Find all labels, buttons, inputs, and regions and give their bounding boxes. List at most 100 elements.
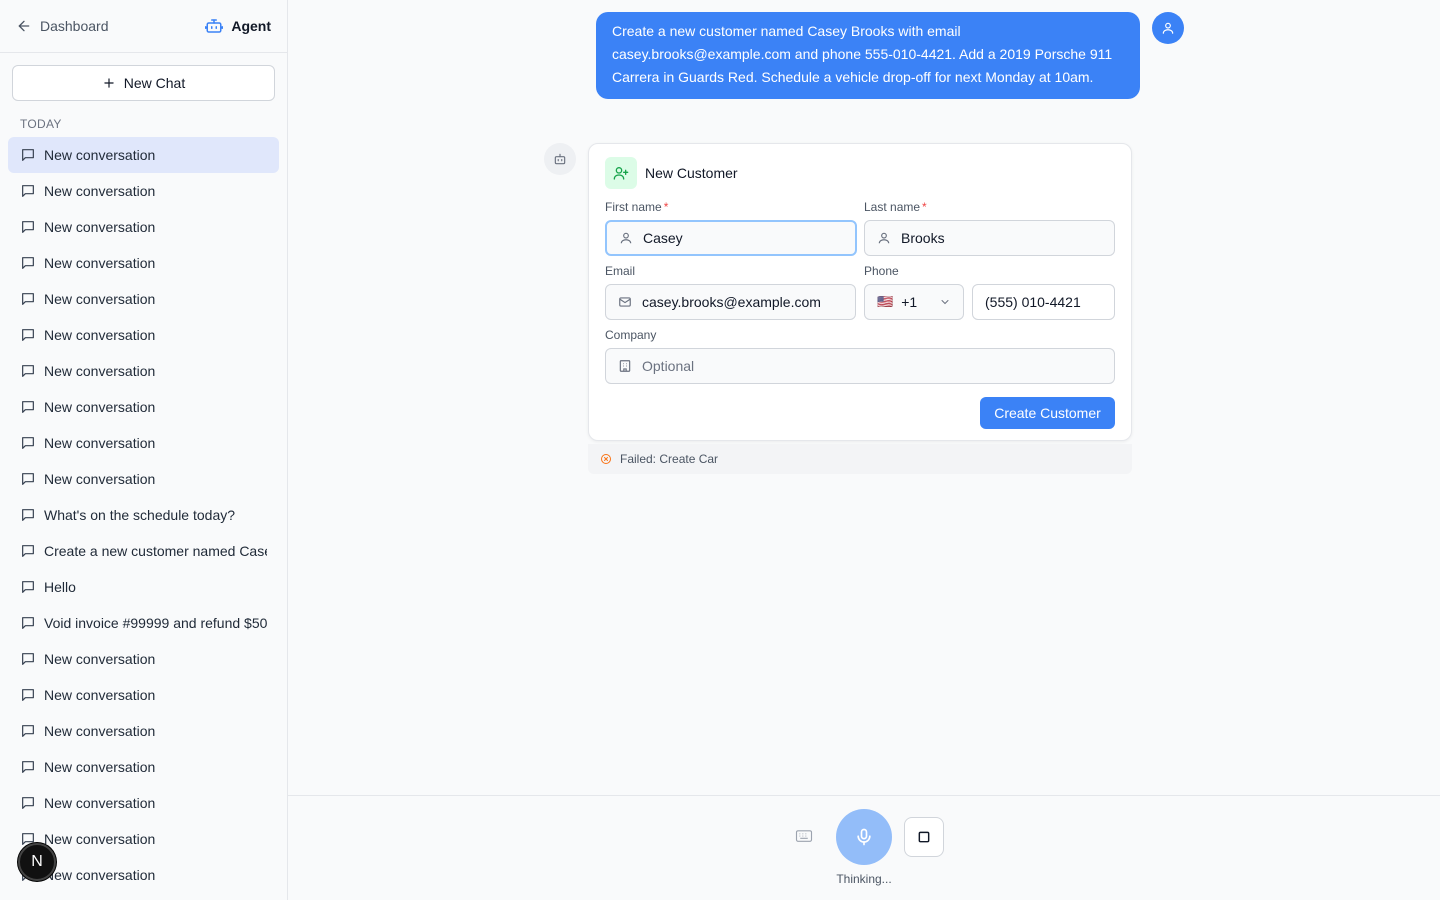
- message-square-icon: [22, 509, 34, 521]
- us-flag-icon: 🇺🇸: [877, 294, 894, 309]
- conversation-label: New conversation: [44, 147, 156, 163]
- form-header: New Customer: [605, 157, 738, 189]
- message-square-icon: [22, 149, 34, 161]
- sidebar-header: Dashboard Agent: [0, 0, 287, 53]
- sidebar-conversation-item[interactable]: New conversation: [8, 281, 279, 317]
- user-plus-icon: [613, 167, 629, 180]
- sidebar-conversation-item[interactable]: New conversation: [8, 353, 279, 389]
- new-chat-label: New Chat: [123, 75, 186, 91]
- stop-square-icon: [918, 831, 930, 843]
- email-value: casey.brooks@example.com: [642, 294, 821, 310]
- conversation-label: New conversation: [44, 759, 156, 775]
- sidebar-conversation-item[interactable]: New conversation: [8, 245, 279, 281]
- user-icon: [1162, 22, 1174, 34]
- message-square-icon: [22, 437, 34, 449]
- plus-icon: [104, 78, 114, 88]
- message-square-icon: [22, 725, 34, 737]
- x-circle-icon: [601, 454, 611, 464]
- conversation-label: New conversation: [44, 723, 156, 739]
- back-label: Dashboard: [40, 18, 109, 34]
- sidebar-conversation-item[interactable]: Void invoice #99999 and refund $50: [8, 605, 279, 641]
- conversation-label: Void invoice #99999 and refund $50: [44, 615, 267, 631]
- sidebar-conversation-item[interactable]: New conversation: [8, 749, 279, 785]
- failed-status-row: Failed: Create Car: [588, 444, 1132, 474]
- conversation-label: New conversation: [44, 795, 156, 811]
- phone-value: (555) 010-4421: [985, 294, 1081, 310]
- robot-icon: [554, 153, 566, 165]
- last-name-input[interactable]: Brooks: [864, 220, 1115, 256]
- message-square-icon: [22, 293, 34, 305]
- bot-avatar: [544, 143, 576, 175]
- form-title: New Customer: [645, 165, 738, 181]
- thinking-status: Thinking...: [836, 872, 892, 886]
- conversation-label: New conversation: [44, 867, 156, 883]
- sidebar-conversation-item[interactable]: Create a new customer named Case: [8, 533, 279, 569]
- phone-input[interactable]: (555) 010-4421: [972, 284, 1115, 320]
- robot-icon: [205, 19, 224, 33]
- sidebar-conversation-item[interactable]: New conversation: [8, 677, 279, 713]
- sidebar-conversation-item[interactable]: New conversation: [8, 173, 279, 209]
- conversation-label: New conversation: [44, 363, 156, 379]
- sidebar-conversation-item[interactable]: New conversation: [8, 209, 279, 245]
- message-square-icon: [22, 545, 34, 557]
- conversation-label: New conversation: [44, 183, 156, 199]
- sidebar-conversation-item[interactable]: New conversation: [8, 317, 279, 353]
- stop-button[interactable]: [904, 817, 944, 857]
- agent-title: Agent: [205, 17, 271, 35]
- conversation-label: Hello: [44, 579, 76, 595]
- country-code-value: +1: [901, 294, 918, 310]
- conversation-list: New conversation New conversation New conv…: [8, 137, 279, 893]
- create-customer-button[interactable]: Create Customer: [980, 397, 1115, 429]
- user-icon: [878, 232, 890, 244]
- sidebar-conversation-item[interactable]: New conversation: [8, 389, 279, 425]
- conversation-label: New conversation: [44, 651, 156, 667]
- conversation-label: New conversation: [44, 327, 156, 343]
- user-initial-badge[interactable]: N: [18, 843, 56, 881]
- sidebar-conversation-item[interactable]: New conversation: [8, 641, 279, 677]
- country-code-select[interactable]: 🇺🇸 +1: [864, 284, 964, 320]
- conversation-label: New conversation: [44, 471, 156, 487]
- keyboard-toggle-button[interactable]: [794, 828, 814, 844]
- sidebar-conversation-item[interactable]: What's on the schedule today?: [8, 497, 279, 533]
- sidebar-conversation-item[interactable]: Hello: [8, 569, 279, 605]
- user-icon: [620, 232, 632, 244]
- message-square-icon: [22, 365, 34, 377]
- conversation-label: New conversation: [44, 399, 156, 415]
- section-label-today: TODAY: [20, 117, 62, 131]
- message-square-icon: [22, 185, 34, 197]
- keyboard-icon: [795, 830, 813, 842]
- sidebar-conversation-item[interactable]: New conversation: [8, 713, 279, 749]
- user-avatar: [1152, 12, 1184, 44]
- microphone-icon: [857, 828, 871, 846]
- message-square-icon: [22, 221, 34, 233]
- email-label: Email: [605, 264, 636, 278]
- input-controls-bar: Thinking...: [288, 795, 1440, 900]
- sidebar-conversation-item[interactable]: New conversation: [8, 137, 279, 173]
- company-label: Company: [605, 328, 657, 342]
- new-customer-form-card: New Customer First name * Casey Last name…: [588, 143, 1132, 441]
- conversation-label: New conversation: [44, 291, 156, 307]
- building-icon: [619, 360, 631, 372]
- company-input[interactable]: Optional: [605, 348, 1115, 384]
- first-name-label: First name *: [605, 200, 669, 214]
- conversation-label: Create a new customer named Case: [44, 543, 267, 559]
- back-to-dashboard-link[interactable]: Dashboard: [16, 18, 109, 34]
- conversation-label: New conversation: [44, 255, 156, 271]
- mail-icon: [619, 297, 631, 307]
- arrow-left-icon: [18, 20, 30, 32]
- last-name-label: Last name *: [864, 200, 927, 214]
- sidebar: Dashboard Agent New Chat TODAY New conve…: [0, 0, 288, 900]
- sidebar-conversation-item[interactable]: New conversation: [8, 461, 279, 497]
- phone-label: Phone: [864, 264, 899, 278]
- first-name-input[interactable]: Casey: [605, 220, 857, 256]
- message-square-icon: [22, 329, 34, 341]
- microphone-button[interactable]: [836, 809, 892, 865]
- email-input[interactable]: casey.brooks@example.com: [605, 284, 856, 320]
- user-message-bubble: Create a new customer named Casey Brooks…: [596, 12, 1140, 99]
- agent-label: Agent: [231, 18, 271, 34]
- sidebar-conversation-item[interactable]: New conversation: [8, 425, 279, 461]
- new-chat-button[interactable]: New Chat: [12, 65, 275, 101]
- message-square-icon: [22, 797, 34, 809]
- last-name-value: Brooks: [901, 230, 945, 246]
- sidebar-conversation-item[interactable]: New conversation: [8, 785, 279, 821]
